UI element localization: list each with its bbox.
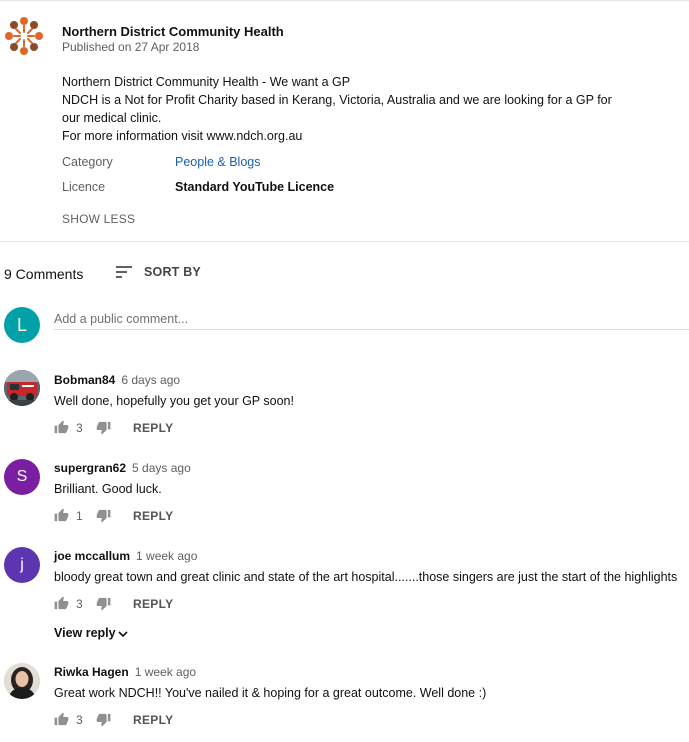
comment-author-name[interactable]: Riwka Hagen xyxy=(54,665,129,679)
thumbs-down-icon[interactable] xyxy=(96,508,111,523)
description-line: For more information visit www.ndch.org.… xyxy=(62,129,303,143)
thumbs-down-icon[interactable] xyxy=(96,420,111,435)
thumbs-up-icon[interactable] xyxy=(54,508,69,523)
like-count: 3 xyxy=(76,597,83,611)
description-line: NDCH is a Not for Profit Charity based i… xyxy=(62,93,612,107)
section-divider xyxy=(0,241,689,242)
comment-count: 9 Comments xyxy=(4,266,84,282)
description-line: Northern District Community Health - We … xyxy=(62,75,351,89)
comment-time[interactable]: 1 week ago xyxy=(136,549,197,563)
comment-text: Great work NDCH!! You've nailed it & hop… xyxy=(54,686,487,700)
description-line: our medical clinic. xyxy=(62,111,162,125)
chevron-down-icon xyxy=(118,631,128,637)
thumbs-up-icon[interactable] xyxy=(54,596,69,611)
thumbs-up-icon[interactable] xyxy=(54,420,69,435)
show-less-button[interactable]: SHOW LESS xyxy=(62,212,135,226)
thumbs-up-icon[interactable] xyxy=(54,712,69,727)
commenter-avatar[interactable]: S xyxy=(4,459,40,495)
comment-text: Brilliant. Good luck. xyxy=(54,482,162,496)
comment-time[interactable]: 6 days ago xyxy=(121,373,180,387)
comment-author-name[interactable]: supergran62 xyxy=(54,461,126,475)
comment-author[interactable]: Bobman84 6 days ago xyxy=(54,373,180,387)
reply-button[interactable]: REPLY xyxy=(133,509,173,523)
reply-button[interactable]: REPLY xyxy=(133,597,173,611)
comment-author-name[interactable]: joe mccallum xyxy=(54,549,130,563)
comment-author[interactable]: Riwka Hagen 1 week ago xyxy=(54,665,196,679)
current-user-avatar: L xyxy=(4,307,40,343)
channel-name-link[interactable]: Northern District Community Health xyxy=(62,24,284,39)
published-date: Published on 27 Apr 2018 xyxy=(62,40,200,54)
category-label: Category xyxy=(62,155,113,169)
like-count: 3 xyxy=(76,421,83,435)
woman-photo-icon xyxy=(4,663,40,699)
top-divider xyxy=(0,0,689,1)
licence-label: Licence xyxy=(62,180,106,194)
like-count: 1 xyxy=(76,509,83,523)
comment-text: Well done, hopefully you get your GP soo… xyxy=(54,394,294,408)
reply-button[interactable]: REPLY xyxy=(133,713,173,727)
video-description: Northern District Community Health - We … xyxy=(62,73,632,145)
comment-author-name[interactable]: Bobman84 xyxy=(54,373,115,387)
category-link[interactable]: People & Blogs xyxy=(175,155,260,169)
commenter-avatar[interactable]: j xyxy=(4,547,40,583)
commenter-avatar[interactable] xyxy=(4,663,40,699)
thumbs-down-icon[interactable] xyxy=(96,712,111,727)
sort-by-button[interactable]: SORT BY xyxy=(144,265,201,279)
add-comment-input[interactable] xyxy=(54,309,689,330)
comment-author[interactable]: supergran62 5 days ago xyxy=(54,461,191,475)
comment-time[interactable]: 1 week ago xyxy=(135,665,196,679)
like-count: 3 xyxy=(76,713,83,727)
licence-value: Standard YouTube Licence xyxy=(175,180,335,194)
comment-text: bloody great town and great clinic and s… xyxy=(54,570,678,584)
fire-truck-photo-icon xyxy=(4,370,40,406)
comment-time[interactable]: 5 days ago xyxy=(132,461,191,475)
commenter-avatar[interactable] xyxy=(4,370,40,406)
reply-button[interactable]: REPLY xyxy=(133,421,173,435)
comment-author[interactable]: joe mccallum 1 week ago xyxy=(54,549,197,563)
channel-logo-icon[interactable] xyxy=(4,16,44,56)
view-reply-label[interactable]: View reply xyxy=(54,626,116,640)
view-reply-button[interactable]: View reply xyxy=(54,626,128,640)
sort-icon[interactable] xyxy=(116,265,132,279)
thumbs-down-icon[interactable] xyxy=(96,596,111,611)
